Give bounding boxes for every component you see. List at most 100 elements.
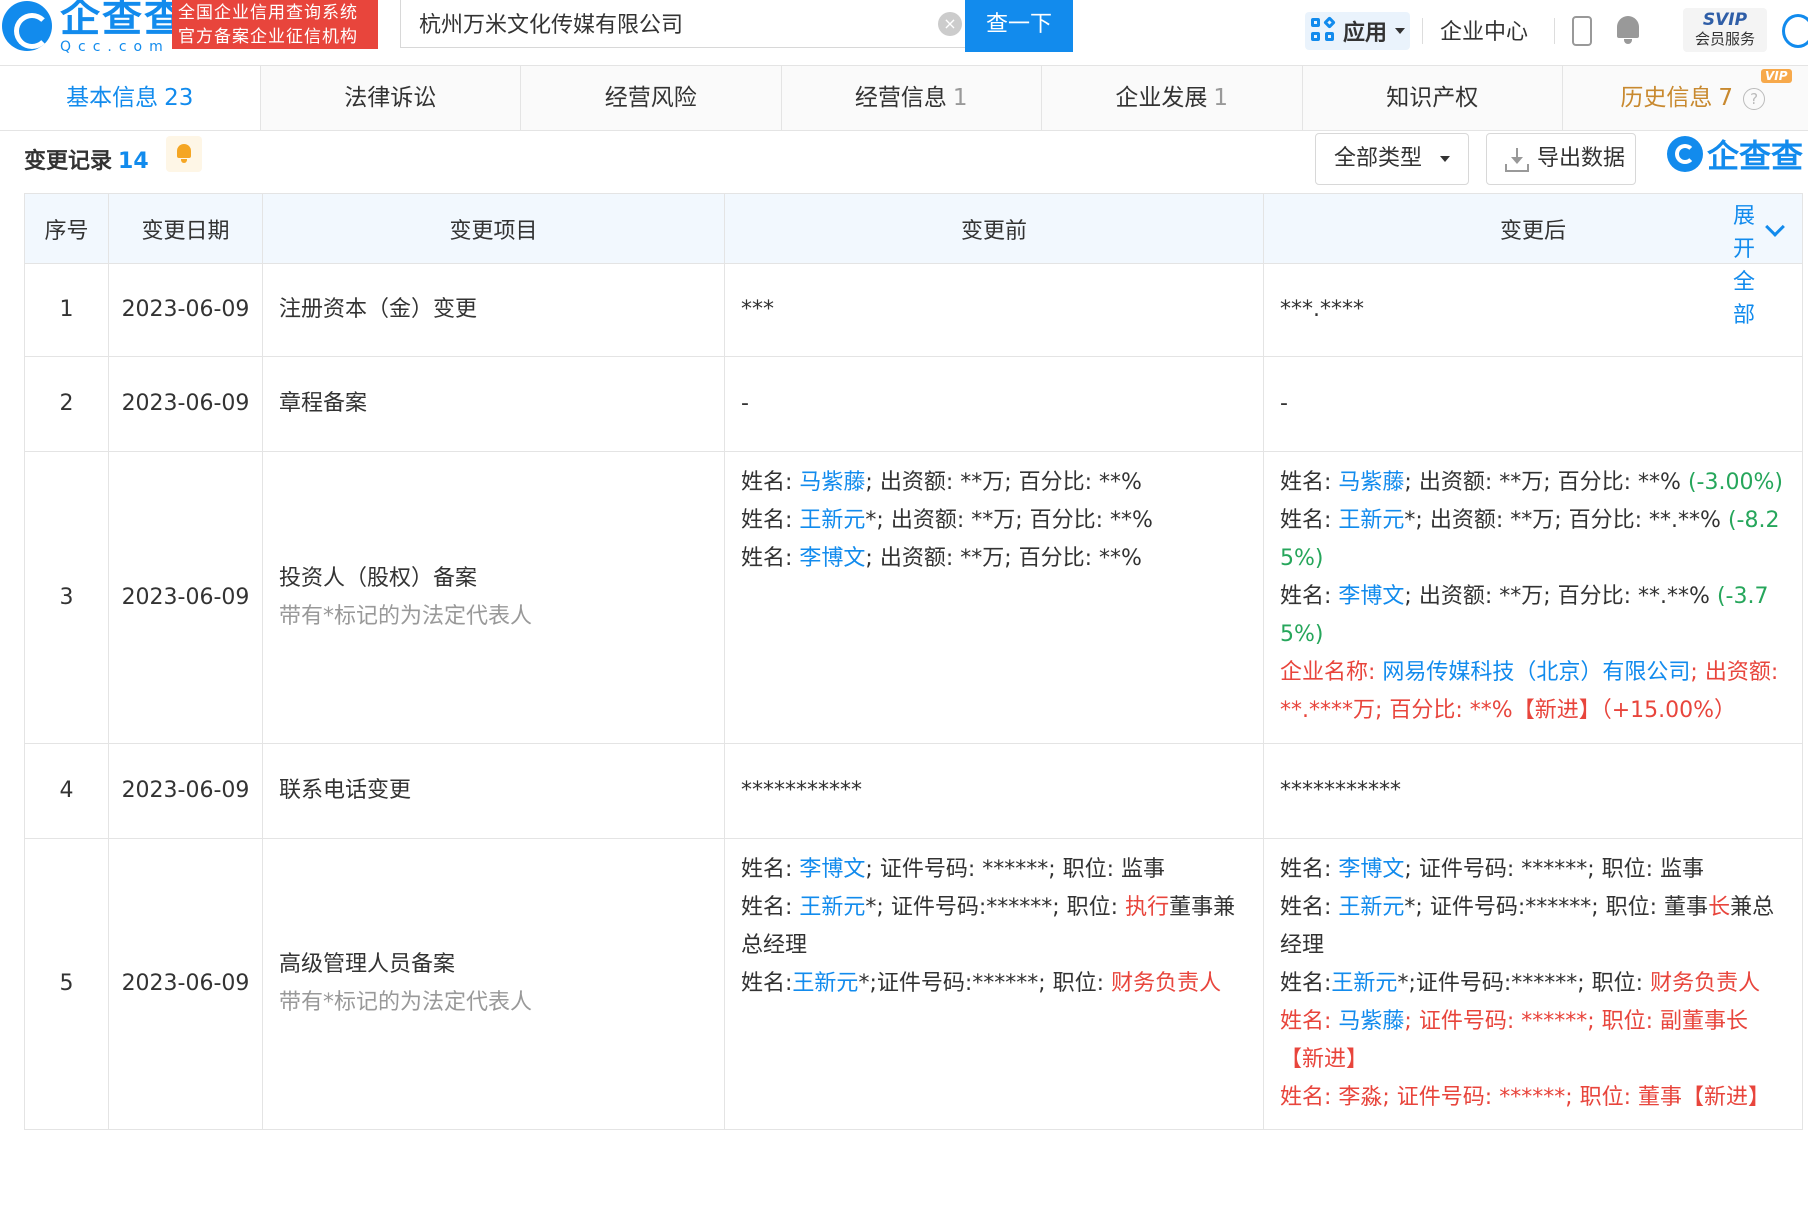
entity-link[interactable]: 网易传媒科技（北京）有限公司 <box>1382 660 1690 685</box>
apps-label: 应用 <box>1343 21 1388 46</box>
col-index: 序号 <box>24 193 109 264</box>
row-date: 2023-06-09 <box>108 451 263 744</box>
mobile-icon[interactable] <box>1572 16 1592 46</box>
legal-rep-note: 带有*标记的为法定代表人 <box>279 603 533 629</box>
cell-value: *** <box>741 297 774 322</box>
row-date: 2023-06-09 <box>108 838 263 1130</box>
person-link[interactable]: 王新元 <box>799 508 865 533</box>
qcc-logo[interactable]: 企查查 Qcc.com <box>0 0 186 55</box>
apps-menu[interactable]: 应用 <box>1305 12 1410 50</box>
search-input[interactable] <box>419 8 939 38</box>
col-date: 变更日期 <box>108 193 263 264</box>
enterprise-center-link[interactable]: 企业中心 <box>1440 14 1528 46</box>
row-date: 2023-06-09 <box>108 356 263 452</box>
row-index: 2 <box>24 356 109 452</box>
col-item: 变更项目 <box>262 193 725 264</box>
chevron-down-icon <box>1765 217 1785 237</box>
change-records-table: 序号 变更日期 变更项目 变更前 变更后 1 2023-06-09 注册资本（金）变… <box>24 193 1808 1130</box>
item-name: 投资人（股权）备案 <box>279 565 478 591</box>
row-item: 投资人（股权）备案带有*标记的为法定代表人 <box>262 451 725 744</box>
search-box: × <box>400 0 995 48</box>
person-link[interactable]: 李博文 <box>799 857 865 882</box>
person-link[interactable]: 李博文 <box>1338 857 1404 882</box>
row-before: *********** <box>724 743 1264 839</box>
change-line: 姓名: 李博文; 出资额: **万; 百分比: **.**% (-3.75%) <box>1280 584 1769 647</box>
change-line: 姓名: 李博文; 出资额: **万; 百分比: **% <box>741 546 1142 571</box>
change-line: 姓名: 王新元*; 证件号码:******; 职位: 董事长兼总经理 <box>1280 895 1775 958</box>
qcc-logo-icon <box>2 1 52 51</box>
clear-icon[interactable]: × <box>938 12 962 36</box>
cell-value: - <box>1280 391 1288 416</box>
change-line: 姓名: 李博文; 证件号码: ******; 职位: 监事 <box>1280 857 1705 882</box>
type-filter-dropdown[interactable]: 全部类型 <box>1315 133 1469 185</box>
row-index: 4 <box>24 743 109 839</box>
tab-history[interactable]: 历史信息 7? VIP <box>1563 66 1808 130</box>
row-after: - <box>1263 356 1803 452</box>
person-link[interactable]: 马紫藤 <box>799 470 865 495</box>
person-link[interactable]: 李博文 <box>799 546 865 571</box>
notification-bell-icon[interactable] <box>1615 14 1641 44</box>
cell-value: ***.**** <box>1280 297 1364 322</box>
change-line: 姓名: 王新元*; 证件号码:******; 职位: 执行董事兼总经理 <box>741 895 1236 958</box>
person-link[interactable]: 李博文 <box>1338 584 1404 609</box>
person-link[interactable]: 王新元 <box>1338 508 1404 533</box>
tab-operation[interactable]: 经营信息 1 <box>782 66 1042 130</box>
tab-risk[interactable]: 经营风险 <box>521 66 782 130</box>
avatar[interactable] <box>1782 14 1808 48</box>
badge-line2: 官方备案企业征信机构 <box>178 27 358 47</box>
row-index: 1 <box>24 263 109 357</box>
expand-all-button[interactable]: 展开全部 <box>1720 194 1808 328</box>
logo-cn: 企查查 <box>60 0 186 41</box>
svip-button[interactable]: SVIP 会员服务 <box>1683 8 1767 52</box>
change-line-new: 企业名称: 网易传媒科技（北京）有限公司; 出资额: **.****万; 百分比… <box>1280 660 1779 723</box>
row-item: 高级管理人员备案 带有*标记的为法定代表人 <box>262 838 725 1130</box>
subscribe-bell-icon[interactable] <box>166 136 202 172</box>
item-name: 注册资本（金）变更 <box>279 297 478 322</box>
change-line: 姓名: 马紫藤; 出资额: **万; 百分比: **% (-3.00%) <box>1280 470 1783 495</box>
row-after: *********** <box>1263 743 1803 839</box>
change-line: 姓名: 王新元*; 出资额: **万; 百分比: **% <box>741 508 1153 533</box>
row-after: 姓名: 李博文; 证件号码: ******; 职位: 监事姓名: 王新元*; 证… <box>1263 838 1803 1130</box>
table-row: 3 2023-06-09 投资人（股权）备案 带有*标记的为法定代表人 姓名: 马紫藤;… <box>24 451 1808 744</box>
legal-rep-note: 带有*标记的为法定代表人 <box>279 990 533 1015</box>
entity-link[interactable]: 马紫藤 <box>1338 1009 1404 1034</box>
col-before: 变更前 <box>724 193 1264 264</box>
tab-legal[interactable]: 法律诉讼 <box>261 66 521 130</box>
row-before: 姓名: 李博文; 证件号码: ******; 职位: 监事姓名: 王新元*; 证… <box>724 838 1264 1130</box>
table-row: 5 2023-06-09 高级管理人员备案 带有*标记的为法定代表人 姓名: 李博文; … <box>24 838 1808 1130</box>
change-line: 姓名: 李博文; 证件号码: ******; 职位: 监事 <box>741 857 1166 882</box>
row-after: 姓名: 马紫藤; 出资额: **万; 百分比: **% (-3.00%) 姓名: … <box>1263 451 1803 744</box>
row-before: 姓名: 马紫藤; 出资额: **万; 百分比: **% 姓名: 王新元*; 出资额… <box>724 451 1264 744</box>
top-bar: 企查查 Qcc.com 全国企业信用查询系统 官方备案企业征信机构 × 查一下 … <box>0 0 1808 66</box>
person-link[interactable]: 王新元 <box>792 971 858 996</box>
export-button[interactable]: 导出数据 <box>1486 133 1636 185</box>
row-item: 注册资本（金）变更 <box>262 263 725 357</box>
download-icon <box>1505 148 1529 172</box>
tab-development[interactable]: 企业发展 1 <box>1042 66 1303 130</box>
change-line-new: 姓名: 马紫藤; 证件号码: ******; 职位: 副董事长【新进】 <box>1280 1009 1749 1072</box>
change-line: 姓名:王新元*;证件号码:******; 职位: 财务负责人 <box>1280 971 1761 996</box>
tab-basic-info[interactable]: 基本信息 23 <box>0 66 261 130</box>
help-icon[interactable]: ? <box>1743 87 1766 110</box>
table-row: 4 2023-06-09 联系电话变更 *********** *********** <box>24 743 1808 839</box>
tab-ip[interactable]: 知识产权 <box>1303 66 1563 130</box>
search-button[interactable]: 查一下 <box>965 0 1073 52</box>
logo-en: Qcc.com <box>60 39 170 55</box>
person-link[interactable]: 王新元 <box>799 895 865 920</box>
table-row: 1 2023-06-09 注册资本（金）变更 *** ***.**** <box>24 263 1808 357</box>
chevron-down-icon <box>1395 28 1406 34</box>
change-line: 姓名: 马紫藤; 出资额: **万; 百分比: **% <box>741 470 1142 495</box>
row-date: 2023-06-09 <box>108 263 263 357</box>
role-change: 财务负责人 <box>1650 971 1761 996</box>
cell-value: - <box>741 391 749 416</box>
svip-label: SVIP <box>1702 10 1748 30</box>
person-link[interactable]: 马紫藤 <box>1338 470 1404 495</box>
cell-value: *********** <box>1280 778 1401 803</box>
item-name: 联系电话变更 <box>279 778 412 803</box>
person-link[interactable]: 王新元 <box>1338 895 1404 920</box>
person-link[interactable]: 王新元 <box>1331 971 1397 996</box>
row-date: 2023-06-09 <box>108 743 263 839</box>
change-line: 姓名: 王新元*; 出资额: **万; 百分比: **.**% (-8.25%) <box>1280 508 1780 571</box>
divider <box>1422 18 1423 44</box>
percent-delta: (-3.00%) <box>1687 470 1783 495</box>
